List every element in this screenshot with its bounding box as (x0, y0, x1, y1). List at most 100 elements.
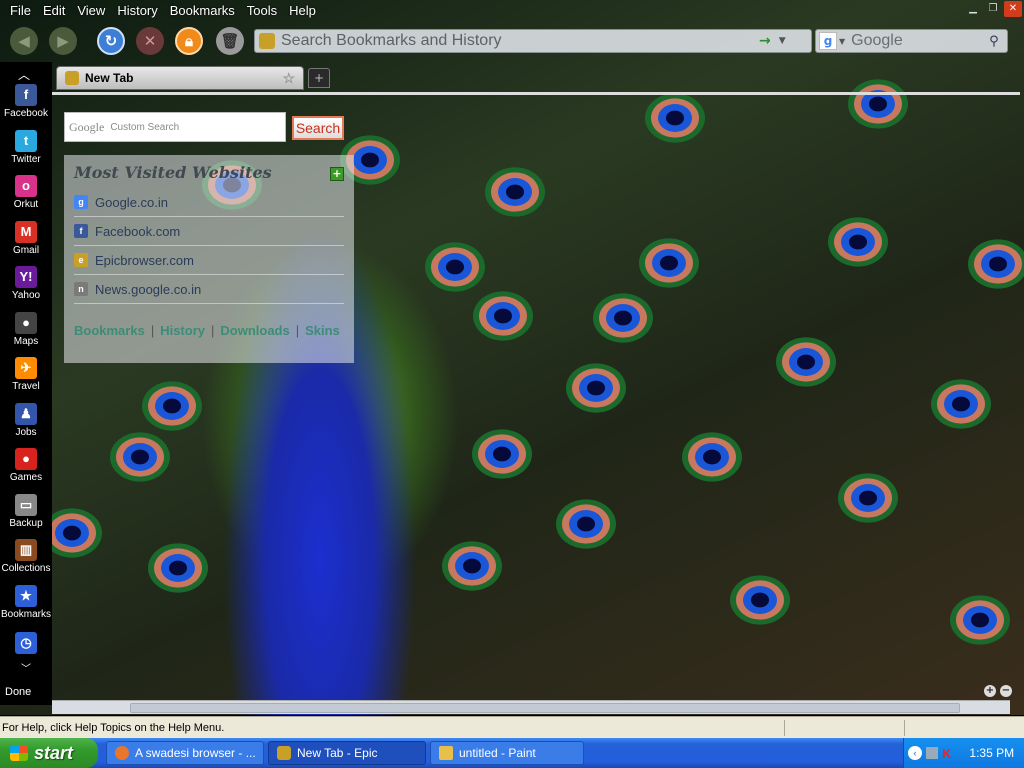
scrollbar-thumb[interactable] (130, 703, 960, 713)
windows-logo-icon (10, 745, 28, 761)
menu-tools[interactable]: Tools (247, 3, 277, 18)
menu-file[interactable]: File (10, 3, 31, 18)
add-site-button[interactable]: + (330, 167, 344, 181)
restore-button[interactable]: ❐ (984, 1, 1002, 17)
antivirus-icon[interactable]: K (942, 746, 951, 761)
network-icon[interactable] (926, 747, 938, 759)
tab-new-tab[interactable]: New Tab ☆ (56, 66, 304, 90)
most-visited-link[interactable]: g Google.co.in (74, 188, 344, 217)
privacy-button[interactable]: 🔒︎ (175, 27, 203, 55)
stop-button[interactable]: ✕ (136, 27, 164, 55)
menu-view[interactable]: View (77, 3, 105, 18)
yahoo-icon: Y! (15, 266, 37, 288)
clock-icon: ◷ (15, 632, 37, 654)
address-input[interactable] (281, 32, 741, 50)
firefox-icon (115, 746, 129, 760)
sidebar-item-maps[interactable]: ● Maps (0, 311, 52, 347)
sidebar-item-gmail[interactable]: M Gmail (0, 220, 52, 256)
sidebar-item-label: Travel (12, 381, 40, 392)
sidebar-item-twitter[interactable]: t Twitter (0, 129, 52, 165)
dropdown-icon[interactable]: ▼ (779, 36, 786, 46)
most-visited-link[interactable]: e Epicbrowser.com (74, 246, 344, 275)
google-custom-search-box[interactable]: Google (64, 112, 286, 142)
sidebar-item-orkut[interactable]: o Orkut (0, 175, 52, 210)
start-button[interactable]: start (0, 738, 98, 768)
most-visited-link-label: Facebook.com (95, 223, 181, 239)
clock: 1:35 PM (969, 746, 1015, 760)
footer-link-skins[interactable]: Skins (305, 323, 340, 338)
gmail-icon: M (15, 220, 37, 243)
sidebar-item-collections[interactable]: ▥ Collections (0, 539, 52, 574)
sidebar-item-bookmarks[interactable]: ★ Bookmarks (0, 584, 52, 620)
engine-dropdown-icon[interactable]: ▼ (839, 37, 845, 46)
status-cell (784, 720, 785, 736)
sidebar-item-label: Jobs (15, 426, 37, 438)
zoom-out-button[interactable]: − (1000, 685, 1012, 697)
sidebar-scroll-down-icon[interactable]: ﹀ (0, 660, 52, 675)
sidebar-item-label: Yahoo (11, 290, 41, 301)
stop-icon: ✕ (143, 32, 157, 50)
epic-favicon: e (74, 253, 88, 267)
bookmark-star-icon[interactable]: ☆ (282, 70, 295, 87)
facebook-favicon: f (74, 224, 88, 238)
tray-expand-icon[interactable]: ‹ (908, 746, 922, 760)
orkut-icon: o (15, 175, 37, 197)
sidebar-item-facebook[interactable]: f Facebook (0, 84, 52, 119)
lock-icon: 🔒︎ (185, 32, 193, 50)
reload-icon: ↻ (104, 32, 118, 50)
search-input[interactable] (851, 32, 982, 50)
footer-link-downloads[interactable]: Downloads (220, 323, 289, 338)
taskbar: start A swadesi browser - ... New Tab - … (0, 738, 1024, 768)
tab-strip: New Tab ☆ + (52, 62, 1024, 92)
sidebar-scroll-up-icon[interactable]: ︿ (18, 66, 30, 83)
start-label: start (34, 742, 74, 763)
address-bar[interactable]: → ▼ (254, 29, 812, 53)
google-search-button[interactable]: Search (292, 116, 344, 140)
forward-arrow-icon: ▶ (57, 32, 69, 50)
most-visited-link-label: Google.co.in (95, 194, 168, 210)
sidebar-item-label: Games (9, 472, 43, 483)
horizontal-scrollbar[interactable] (52, 700, 1010, 714)
back-button[interactable]: ◀ (10, 27, 38, 55)
search-icon[interactable]: ⚲ (989, 34, 999, 49)
sidebar-item-backup[interactable]: ▭ Backup (0, 493, 52, 529)
most-visited-link[interactable]: f Facebook.com (74, 217, 344, 246)
sidebar-item-history[interactable]: ◷ (0, 632, 52, 656)
status-text: Done (0, 681, 52, 705)
google-engine-icon[interactable]: g (819, 32, 837, 50)
trash-icon: 🗑︎ (220, 32, 240, 50)
menu-history[interactable]: History (117, 3, 157, 18)
new-tab-button[interactable]: + (308, 68, 330, 88)
taskbar-item-firefox[interactable]: A swadesi browser - ... (106, 741, 264, 765)
most-visited-link-label: Epicbrowser.com (95, 252, 194, 268)
taskbar-item-label: A swadesi browser - ... (135, 746, 256, 760)
sidebar-item-yahoo[interactable]: Y! Yahoo (0, 266, 52, 301)
most-visited-link[interactable]: n News.google.co.in (74, 275, 344, 304)
books-icon: ▥ (15, 539, 37, 561)
footer-link-bookmarks[interactable]: Bookmarks (74, 323, 145, 338)
reload-button[interactable]: ↻ (97, 27, 125, 55)
close-button[interactable]: ✕ (1004, 1, 1022, 17)
taskbar-item-epic[interactable]: New Tab - Epic (268, 741, 426, 765)
taskbar-item-paint[interactable]: untitled - Paint (430, 741, 584, 765)
news-favicon: n (74, 282, 88, 296)
menu-help[interactable]: Help (289, 3, 316, 18)
go-arrow-icon[interactable]: → (759, 33, 771, 49)
forward-button[interactable]: ▶ (49, 27, 77, 55)
facebook-icon: f (15, 84, 37, 106)
footer-link-history[interactable]: History (160, 323, 205, 338)
sidebar-item-label: Facebook (4, 108, 48, 119)
most-visited-panel: Most Visited Websites + g Google.co.in f Fa… (64, 155, 354, 363)
search-bar[interactable]: g ▼ ⚲ (815, 29, 1008, 53)
sidebar-item-travel[interactable]: ✈ Travel (0, 357, 52, 392)
sidebar-item-label: Backup (9, 517, 43, 529)
sidebar-item-games[interactable]: ● Games (0, 448, 52, 483)
zoom-in-button[interactable]: + (984, 685, 996, 697)
minimize-button[interactable]: ▁ (964, 1, 982, 17)
menu-bookmarks[interactable]: Bookmarks (170, 3, 235, 18)
menu-edit[interactable]: Edit (43, 3, 65, 18)
window-controls: ▁ ❐ ✕ (964, 1, 1022, 17)
delete-history-button[interactable]: 🗑︎ (216, 27, 244, 55)
custom-search-input[interactable] (110, 121, 285, 133)
sidebar-item-jobs[interactable]: ♟ Jobs (0, 402, 52, 438)
